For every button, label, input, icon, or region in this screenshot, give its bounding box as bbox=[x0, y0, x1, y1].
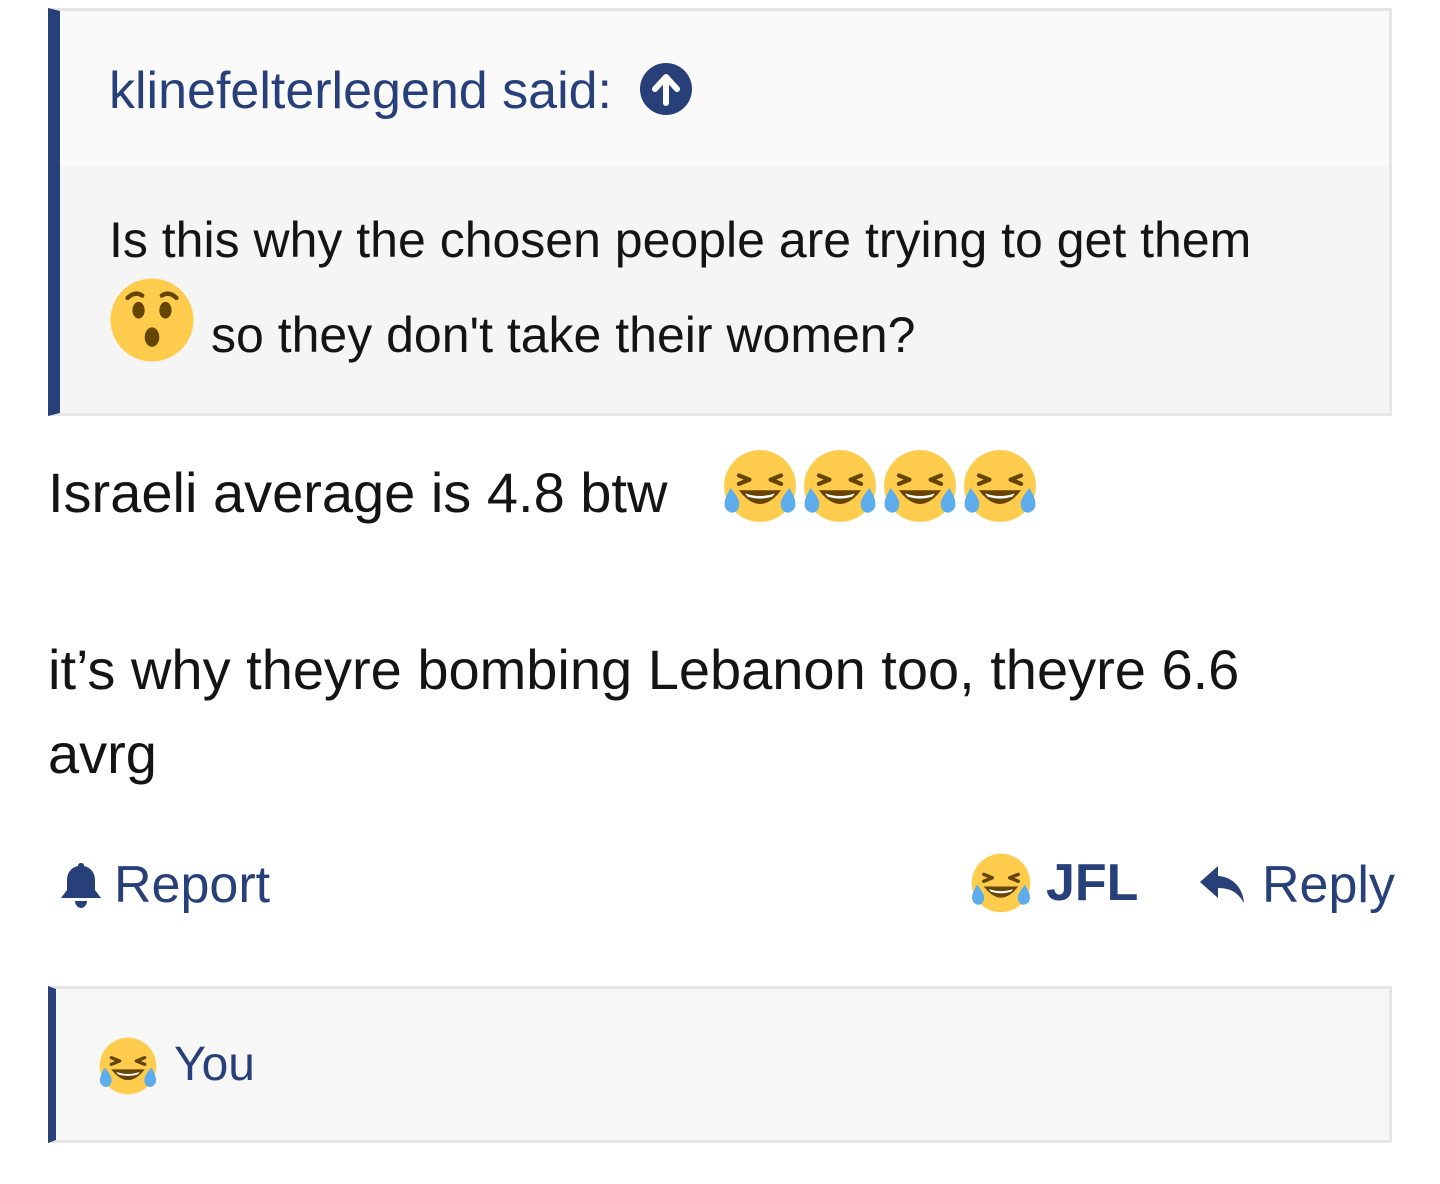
quote-header: klinefelterlegend said: bbox=[60, 11, 1389, 166]
post-text: it’s why theyre bombing Lebanon too, the… bbox=[48, 638, 1240, 785]
report-button[interactable]: Report bbox=[58, 855, 270, 915]
post-text: Israeli average is 4.8 btw bbox=[48, 461, 668, 524]
face-with-tears-of-joy-icon bbox=[962, 448, 1038, 524]
hushed-face-icon bbox=[108, 276, 196, 364]
quote-attribution[interactable]: klinefelterlegend said: bbox=[109, 61, 612, 121]
face-with-tears-of-joy-icon bbox=[98, 1036, 158, 1096]
quote-content: Is this why the chosen people are trying… bbox=[60, 166, 1389, 413]
bell-icon bbox=[61, 863, 101, 908]
face-with-tears-of-joy-icon bbox=[970, 852, 1032, 914]
reply-label: Reply bbox=[1262, 856, 1395, 914]
quote-block: klinefelterlegend said: Is this why the … bbox=[48, 8, 1392, 416]
quote-text-line: so they don't take their women? bbox=[211, 307, 916, 363]
reactions-bar[interactable]: You bbox=[48, 986, 1392, 1143]
report-label: Report bbox=[114, 856, 271, 914]
face-with-tears-of-joy-icon bbox=[882, 448, 958, 524]
face-with-tears-of-joy-icon bbox=[802, 448, 878, 524]
quote-text-line: Is this why the chosen people are trying… bbox=[109, 212, 1252, 268]
reply-arrow-icon bbox=[1200, 866, 1244, 903]
reaction-users[interactable]: You bbox=[174, 1035, 255, 1095]
face-with-tears-of-joy-icon bbox=[722, 448, 798, 524]
reaction-button[interactable]: JFL bbox=[970, 852, 1138, 914]
reaction-label: JFL bbox=[1046, 854, 1139, 912]
reply-button[interactable]: Reply bbox=[1198, 855, 1395, 915]
jump-to-quote-icon[interactable] bbox=[640, 63, 692, 115]
emoji-row bbox=[722, 448, 1038, 524]
